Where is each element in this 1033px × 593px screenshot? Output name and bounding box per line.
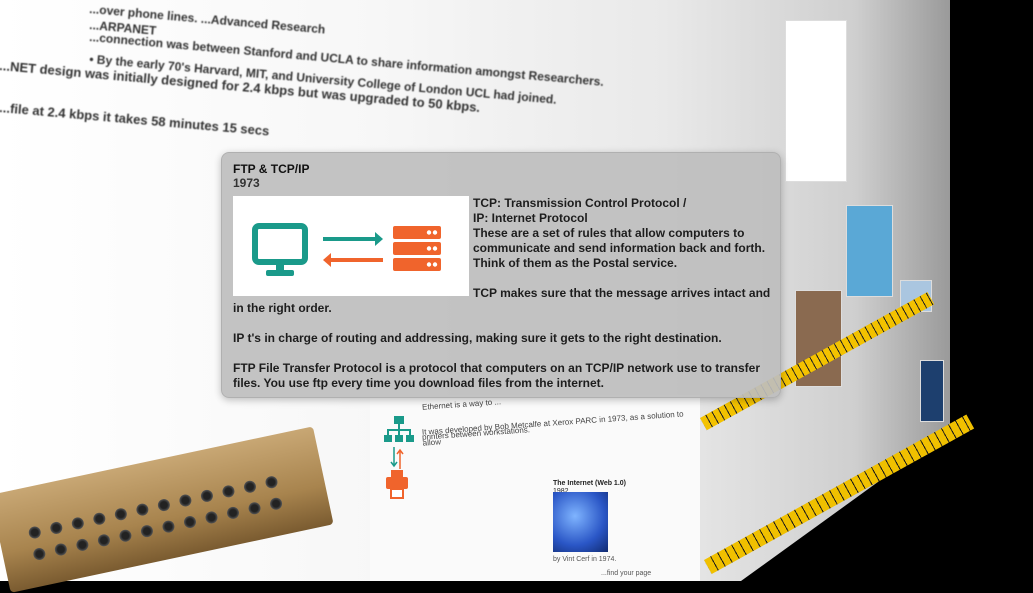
internet-card[interactable]: The Internet (Web 1.0) 1982 by Vint Cerf… — [553, 480, 693, 581]
popup-tcp-paragraph: in the right order. — [233, 301, 332, 315]
popup-title: FTP & TCP/IP — [233, 162, 310, 176]
internet-card-footer: ...find your page — [601, 570, 652, 577]
popup-text-body: These are a set of rules that allow comp… — [473, 226, 766, 270]
internet-card-image — [553, 492, 608, 552]
ethernet-heading: Ethernet is a way to ... — [421, 397, 502, 412]
printer-icon — [386, 470, 408, 499]
cloud-image-card[interactable] — [846, 205, 893, 297]
transfer-arrows-icon — [390, 447, 404, 469]
popup-text-line: TCP: Transmission Control Protocol / — [473, 196, 687, 210]
timeline-card-far[interactable] — [920, 360, 944, 422]
internet-card-credit: by Vint Cerf in 1974. — [553, 556, 617, 563]
popup-image — [233, 196, 469, 296]
info-popup[interactable]: FTP & TCP/IP 1973 TCP: Transmission Cont… — [221, 152, 781, 398]
popup-year: 1973 — [233, 176, 260, 190]
timeline-card-far[interactable] — [785, 20, 847, 182]
network-icon — [384, 416, 414, 442]
server-icon — [393, 226, 441, 271]
monitor-icon — [252, 223, 308, 276]
popup-tcp-paragraph: TCP makes sure that the message arrives … — [473, 286, 771, 300]
internet-card-title: The Internet (Web 1.0) — [553, 480, 626, 487]
popup-ftp-paragraph: FTP File Transfer Protocol is a protocol… — [233, 361, 760, 390]
popup-ip-paragraph: IP t's in charge of routing and addressi… — [233, 331, 722, 345]
popup-text-line: IP: Internet Protocol — [473, 211, 588, 225]
popup-description: TCP: Transmission Control Protocol / IP:… — [473, 196, 773, 271]
transfer-arrows-icon — [323, 232, 383, 267]
